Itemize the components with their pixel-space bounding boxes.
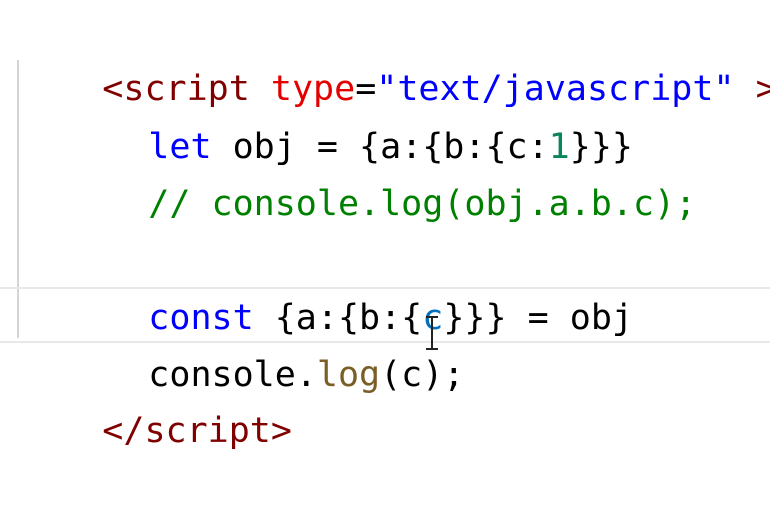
comment: // console.log(obj.a.b.c); <box>148 184 696 224</box>
code-line-3[interactable]: // console.log(obj.a.b.c); <box>0 117 696 175</box>
closing-tag-open-bracket: </ <box>102 411 144 451</box>
code-line-2[interactable]: let obj = {a:{b:{c:1}}} <box>0 60 633 118</box>
text-cursor-icon <box>424 316 440 350</box>
code-line-6[interactable]: console.log(c); <box>0 288 464 346</box>
tag-close-bracket: > <box>735 69 770 109</box>
code-line-1[interactable]: <script type="text/javascript" > <box>0 2 770 60</box>
log-function: log <box>317 355 380 395</box>
code-line-5[interactable]: const {a:{b:{c}}} = obj <box>0 231 633 289</box>
call-arguments: (c); <box>380 355 464 395</box>
code-line-7[interactable]: </script> <box>0 344 292 402</box>
code-line-4[interactable] <box>0 174 64 232</box>
code-editor[interactable]: <script type="text/javascript" > let obj… <box>0 0 770 400</box>
code-text: }}} = obj <box>443 298 633 338</box>
closing-tag-close-bracket: > <box>271 411 292 451</box>
closing-tag-name: script <box>144 411 270 451</box>
